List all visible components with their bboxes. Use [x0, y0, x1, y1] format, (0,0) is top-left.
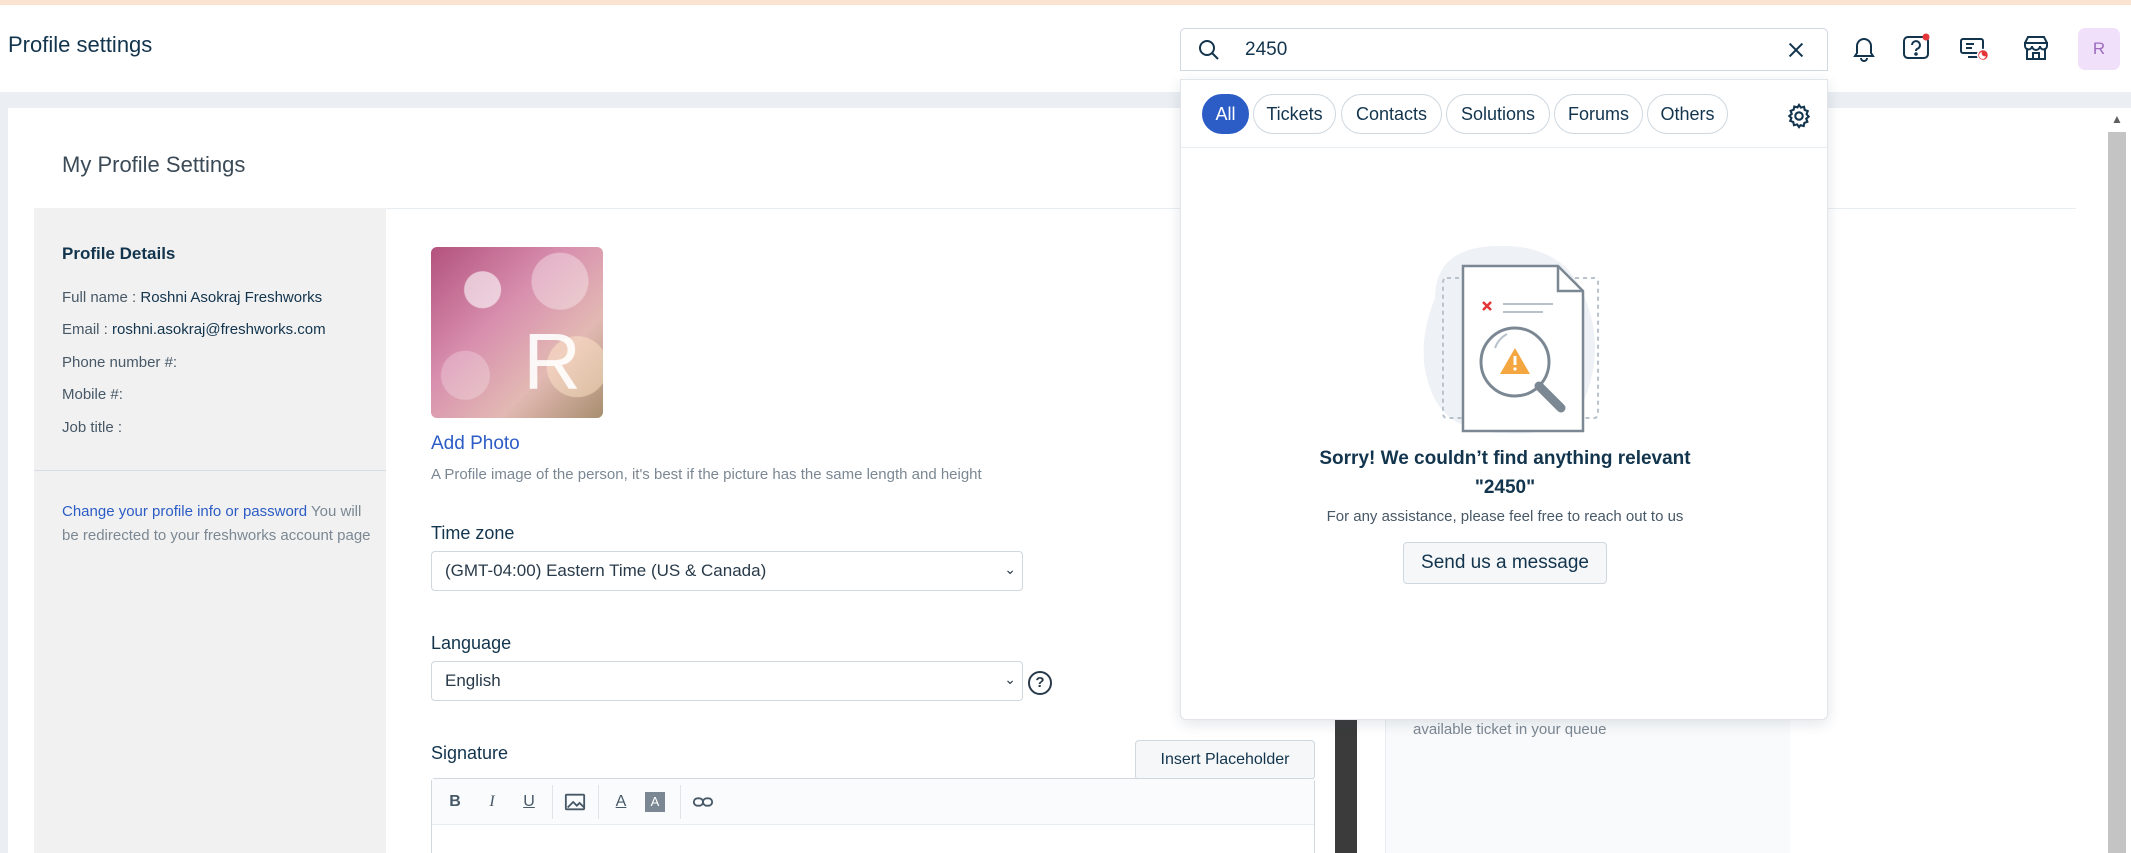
insert-image-icon[interactable]: [562, 789, 588, 815]
photo-initial: R: [523, 317, 581, 406]
tab-contacts[interactable]: Contacts: [1341, 94, 1442, 134]
page-title: Profile settings: [8, 32, 153, 57]
notifications-bell-icon[interactable]: [1846, 28, 1882, 68]
section-title: My Profile Settings: [62, 152, 246, 177]
mobile-row: Mobile #:: [62, 386, 123, 403]
no-results-illustration: [1423, 245, 1599, 434]
panel-divider: [1335, 700, 1357, 853]
signature-label: Signature: [431, 743, 509, 763]
scroll-up-arrow-icon[interactable]: ▲: [2108, 112, 2126, 128]
background-color-icon[interactable]: A: [645, 792, 665, 812]
no-results-title: Sorry! We couldn’t find anything relevan…: [1319, 448, 1691, 498]
change-profile-link[interactable]: Change your profile info or password: [62, 503, 307, 520]
job-title-row: Job title :: [62, 419, 123, 436]
global-search-box[interactable]: [1180, 28, 1828, 71]
clear-search-icon[interactable]: [1785, 39, 1807, 61]
insert-link-icon[interactable]: [690, 789, 716, 815]
tab-others[interactable]: Others: [1647, 94, 1728, 134]
change-profile-note: Change your profile info or password You…: [62, 503, 371, 544]
phone-row: Phone number #:: [62, 354, 178, 371]
queue-text: available ticket in your queue: [1413, 721, 1607, 738]
profile-details-title: Profile Details: [62, 244, 176, 263]
tab-solutions[interactable]: Solutions: [1446, 94, 1550, 134]
language-help-icon[interactable]: ?: [1028, 671, 1052, 695]
gear-icon[interactable]: [1785, 102, 1813, 130]
add-photo-link[interactable]: Add Photo: [431, 433, 520, 455]
no-results-hint: For any assistance, please feel free to …: [1326, 508, 1684, 525]
photo-hint: A Profile image of the person, it's best…: [431, 466, 982, 483]
search-input[interactable]: [1245, 38, 1745, 62]
search-results-dropdown: All Tickets Contacts Solutions Forums Ot…: [1180, 79, 1828, 720]
search-icon: [1199, 40, 1219, 60]
send-message-button[interactable]: Send us a message: [1403, 542, 1607, 584]
tab-forums[interactable]: Forums: [1554, 94, 1643, 134]
profile-photo[interactable]: R: [431, 247, 603, 418]
tab-tickets[interactable]: Tickets: [1253, 94, 1336, 134]
chevron-down-icon: ⌄: [1004, 561, 1016, 577]
chevron-down-icon: ⌄: [1004, 671, 1016, 687]
tab-all[interactable]: All: [1202, 94, 1249, 134]
user-avatar[interactable]: R: [2078, 28, 2120, 70]
timezone-select[interactable]: (GMT-04:00) Eastern Time (US & Canada) ⌄: [431, 551, 1023, 591]
timezone-label: Time zone: [431, 523, 515, 543]
help-question-icon[interactable]: [1898, 28, 1934, 68]
search-filter-tabs: All Tickets Contacts Solutions Forums Ot…: [1181, 80, 1827, 148]
insert-placeholder-button[interactable]: Insert Placeholder: [1135, 740, 1315, 780]
signature-editor[interactable]: B I U A A: [431, 778, 1315, 853]
bold-icon[interactable]: B: [442, 789, 468, 815]
italic-icon[interactable]: I: [479, 789, 505, 815]
full-name-row: Full name : Roshni Asokraj Freshworks: [62, 289, 323, 306]
underline-icon[interactable]: U: [516, 789, 542, 815]
language-select[interactable]: English ⌄: [431, 661, 1023, 701]
scrollbar-thumb[interactable]: [2108, 132, 2126, 853]
status-monitor-icon[interactable]: [1956, 28, 1992, 68]
editor-toolbar: B I U A A: [432, 779, 1314, 825]
language-label: Language: [431, 633, 512, 653]
font-color-icon[interactable]: A: [608, 789, 634, 815]
divider: [34, 470, 386, 471]
marketplace-store-icon[interactable]: [2018, 28, 2054, 68]
email-row: Email : roshni.asokraj@freshworks.com: [62, 321, 326, 338]
